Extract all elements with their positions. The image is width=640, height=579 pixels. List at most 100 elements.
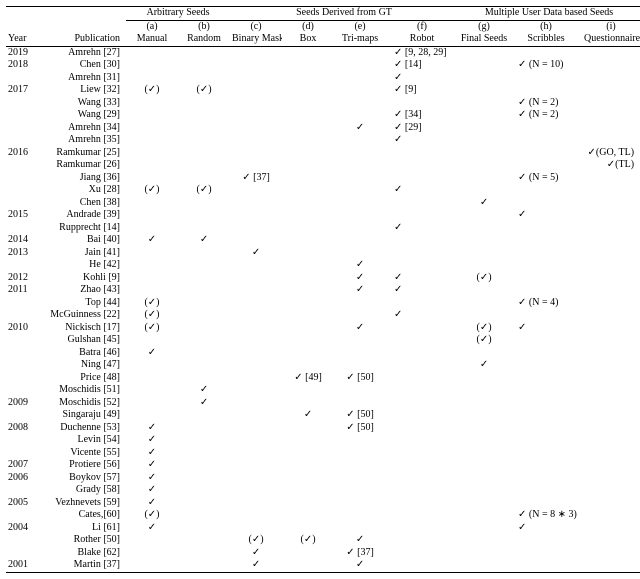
col-box: Box (282, 33, 334, 46)
cell-d (282, 222, 334, 235)
cell-b (178, 434, 230, 447)
cell-c (230, 159, 282, 172)
cell-g (458, 497, 510, 510)
cell-a: ✓ (126, 422, 178, 435)
cell-g (458, 384, 510, 397)
cell-b (178, 459, 230, 472)
col-letter-g: (g) (458, 20, 510, 33)
cell-h (510, 559, 582, 572)
cell-i (582, 234, 640, 247)
cell-f (386, 97, 458, 110)
cell-i (582, 197, 640, 210)
cell-year (6, 334, 36, 347)
cell-a: ✓ (126, 472, 178, 485)
cell-e (334, 247, 386, 260)
cell-c (230, 409, 282, 422)
cell-c (230, 184, 282, 197)
cell-h (510, 484, 582, 497)
cell-b (178, 497, 230, 510)
cell-b (178, 284, 230, 297)
cell-g (458, 422, 510, 435)
cell-h (510, 284, 582, 297)
cell-a: ✓ (126, 484, 178, 497)
cell-c (230, 397, 282, 410)
cell-b (178, 59, 230, 72)
table-row: Grady [58]✓ (6, 484, 640, 497)
cell-c (230, 147, 282, 160)
table-row: 2007Protiere [56]✓ (6, 459, 640, 472)
cell-g (458, 534, 510, 547)
col-questionnaire: Questionnaire (582, 33, 640, 46)
cell-d: ✓ (282, 409, 334, 422)
cell-e (334, 522, 386, 535)
cell-e (334, 359, 386, 372)
cell-c (230, 522, 282, 535)
cell-e (334, 59, 386, 72)
cell-d (282, 297, 334, 310)
cell-year (6, 484, 36, 497)
cell-publication: Ramkumar [26] (36, 159, 126, 172)
cell-h: ✓ (N = 4) (510, 297, 582, 310)
cell-f: ✓ [34] (386, 109, 458, 122)
cell-a (126, 334, 178, 347)
table-row: Jiang [36]✓ [37]✓ (N = 5) (6, 172, 640, 185)
cell-b (178, 472, 230, 485)
cell-b (178, 97, 230, 110)
cell-h (510, 384, 582, 397)
table-row: Gulshan [45](✓) (6, 334, 640, 347)
cell-c (230, 284, 282, 297)
cell-a (126, 197, 178, 210)
cell-i (582, 272, 640, 285)
col-robot: Robot (386, 33, 458, 46)
cell-i (582, 447, 640, 460)
evaluation-table: Arbitrary Seeds Seeds Derived from GT Mu… (6, 6, 640, 573)
cell-a (126, 209, 178, 222)
cell-f (386, 234, 458, 247)
table-row: 2016Ramkumar [25]✓(GO, TL) (6, 147, 640, 160)
cell-publication: Cates,[60] (36, 509, 126, 522)
cell-a: ✓ (126, 497, 178, 510)
cell-b (178, 422, 230, 435)
cell-i (582, 497, 640, 510)
table-row: 2014Bai [40]✓✓ (6, 234, 640, 247)
table-row: Cates,[60](✓)✓ (N = 8 ∗ 3) (6, 509, 640, 522)
cell-year: 2017 (6, 84, 36, 97)
cell-e (334, 97, 386, 110)
cell-g: ✓ (458, 197, 510, 210)
cell-f: ✓ (386, 222, 458, 235)
cell-e (334, 222, 386, 235)
cell-g (458, 547, 510, 560)
cell-a (126, 397, 178, 410)
cell-publication: Price [48] (36, 372, 126, 385)
cell-i (582, 309, 640, 322)
cell-d (282, 122, 334, 135)
cell-g (458, 284, 510, 297)
cell-b (178, 46, 230, 59)
cell-g (458, 522, 510, 535)
cell-d (282, 209, 334, 222)
cell-c (230, 459, 282, 472)
cell-publication: Chen [38] (36, 197, 126, 210)
cell-b (178, 259, 230, 272)
cell-publication: McGuinness [22] (36, 309, 126, 322)
cell-e: ✓ (334, 284, 386, 297)
table-row: 2010Nickisch [17](✓)✓(✓)✓ (6, 322, 640, 335)
cell-year (6, 122, 36, 135)
cell-b (178, 559, 230, 572)
cell-c (230, 209, 282, 222)
col-year: Year (6, 33, 36, 46)
cell-i (582, 384, 640, 397)
cell-year: 2009 (6, 397, 36, 410)
cell-publication: Rupprecht [14] (36, 222, 126, 235)
cell-g (458, 59, 510, 72)
cell-year: 2004 (6, 522, 36, 535)
group-header-arbitrary: Arbitrary Seeds (126, 7, 230, 21)
table-row: Vicente [55]✓ (6, 447, 640, 460)
cell-d (282, 422, 334, 435)
cell-h (510, 434, 582, 447)
cell-i (582, 322, 640, 335)
cell-f (386, 372, 458, 385)
cell-g (458, 409, 510, 422)
cell-year (6, 347, 36, 360)
cell-f (386, 334, 458, 347)
